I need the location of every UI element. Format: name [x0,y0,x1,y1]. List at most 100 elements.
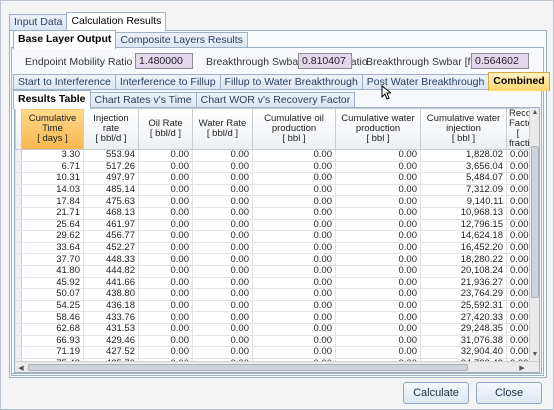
table-cell[interactable]: 0.00 [335,322,421,336]
table-row[interactable]: 33.64 452.27 0.00 0.00 0.00 0.00 16,452.20 0.00 [15,241,530,255]
table-cell[interactable]: 29,248.35 [420,322,507,336]
table-cell[interactable]: 3,656.04 [420,160,507,174]
table-cell[interactable]: 553.94 [83,149,139,162]
table-cell[interactable]: 0.00 [138,183,193,197]
table-cell[interactable]: 3.30 [21,149,84,162]
table-cell[interactable]: 0.00 [506,149,530,162]
table-cell[interactable]: 0.00 [252,195,336,208]
table-cell[interactable]: 444.82 [83,264,139,278]
table-cell[interactable]: 0.00 [252,311,336,324]
table-row[interactable]: 3.30 553.94 0.00 0.00 0.00 0.00 1,828.02 0.00 [15,149,530,162]
table-cell[interactable]: 0.00 [192,241,253,255]
table-cell[interactable]: 41.80 [21,264,84,278]
table-cell[interactable]: 0.00 [138,334,193,348]
column-header[interactable]: Cumulative oil production[ bbl ] [252,108,336,150]
table-cell[interactable]: 461.97 [83,218,139,232]
table-cell[interactable]: 452.27 [83,241,139,255]
table-cell[interactable]: 468.13 [83,206,139,220]
table-cell[interactable]: 0.00 [335,230,421,243]
tab-calculation-results[interactable]: Calculation Results [66,12,167,31]
column-header[interactable]: Cumulative Time[ days ] [21,108,84,150]
table-cell[interactable]: 50.07 [21,288,84,301]
table-cell[interactable]: 0.00 [335,149,421,162]
table-row[interactable]: 6.71 517.26 0.00 0.00 0.00 0.00 3,656.04 0.00 [15,160,530,174]
table-cell[interactable]: 0.00 [335,264,421,278]
table-cell[interactable]: 12,796.15 [420,218,507,232]
table-cell[interactable]: 0.00 [192,206,253,220]
tab-base-layer-output[interactable]: Base Layer Output [13,30,117,49]
table-row[interactable]: 10.31 497.97 0.00 0.00 0.00 0.00 5,484.07 0.00 [15,172,530,185]
table-cell[interactable]: 31,076.38 [420,334,507,348]
table-cell[interactable]: 0.00 [506,183,530,197]
table-row[interactable]: 58.46 433.76 0.00 0.00 0.00 0.00 27,420.33 0.00 [15,311,530,324]
close-button[interactable]: Close [476,382,542,404]
table-cell[interactable]: 0.00 [138,149,193,162]
table-cell[interactable]: 27,420.33 [420,311,507,324]
table-cell[interactable]: 429.46 [83,334,139,348]
table-cell[interactable]: 17.84 [21,195,84,208]
table-cell[interactable]: 0.00 [192,322,253,336]
table-cell[interactable]: 0.00 [506,230,530,243]
table-cell[interactable]: 0.00 [138,230,193,243]
table-cell[interactable]: 0.00 [252,218,336,232]
table-cell[interactable]: 25,592.31 [420,299,507,313]
table-cell[interactable]: 0.00 [252,276,336,290]
table-row[interactable]: 14.03 485.14 0.00 0.00 0.00 0.00 7,312.09 0.00 [15,183,530,197]
table-cell[interactable]: 37.70 [21,253,84,266]
table-cell[interactable]: 0.00 [192,160,253,174]
table-row[interactable]: 17.84 475.63 0.00 0.00 0.00 0.00 9,140.11 0.00 [15,195,530,208]
table-row[interactable]: 54.25 436.18 0.00 0.00 0.00 0.00 25,592.31 0.00 [15,299,530,313]
table-cell[interactable]: 448.33 [83,253,139,266]
table-row[interactable]: 25.64 461.97 0.00 0.00 0.00 0.00 12,796.15 0.00 [15,218,530,232]
table-cell[interactable]: 0.00 [138,276,193,290]
table-cell[interactable]: 433.76 [83,311,139,324]
table-cell[interactable]: 0.00 [138,264,193,278]
table-cell[interactable]: 0.00 [138,218,193,232]
table-cell[interactable]: 0.00 [252,230,336,243]
table-cell[interactable]: 0.00 [138,195,193,208]
table-cell[interactable]: 0.00 [335,288,421,301]
table-cell[interactable]: 0.00 [138,253,193,266]
table-cell[interactable]: 1,828.02 [420,149,507,162]
table-cell[interactable]: 0.00 [192,149,253,162]
table-cell[interactable]: 0.00 [192,288,253,301]
table-cell[interactable]: 456.77 [83,230,139,243]
table-cell[interactable]: 0.00 [335,241,421,255]
table-cell[interactable]: 0.00 [138,241,193,255]
table-cell[interactable]: 45.92 [21,276,84,290]
table-cell[interactable]: 0.00 [192,311,253,324]
table-cell[interactable]: 0.00 [252,149,336,162]
table-cell[interactable]: 0.00 [335,253,421,266]
table-cell[interactable]: 0.00 [335,311,421,324]
table-cell[interactable]: 0.00 [138,322,193,336]
tab-results-table[interactable]: Results Table [13,90,91,109]
table-cell[interactable]: 0.00 [506,253,530,266]
table-cell[interactable]: 0.00 [252,264,336,278]
table-cell[interactable]: 0.00 [506,241,530,255]
horizontal-scrollbar[interactable]: ◀ ▶ [15,361,539,372]
table-cell[interactable]: 25.64 [21,218,84,232]
table-cell[interactable]: 16,452.20 [420,241,507,255]
table-cell[interactable]: 0.00 [506,172,530,185]
table-cell[interactable]: 0.00 [506,346,530,359]
table-cell[interactable]: 5,484.07 [420,172,507,185]
table-cell[interactable]: 0.00 [138,172,193,185]
table-cell[interactable]: 0.00 [192,299,253,313]
table-cell[interactable]: 18,280.22 [420,253,507,266]
column-header[interactable]: Oil Rate[ bbl/d ] [138,108,193,150]
table-cell[interactable]: 0.00 [138,288,193,301]
table-cell[interactable]: 0.00 [252,160,336,174]
table-cell[interactable]: 0.00 [506,195,530,208]
scroll-up-icon[interactable]: ▲ [530,109,539,116]
table-cell[interactable]: 0.00 [335,183,421,197]
table-cell[interactable]: 0.00 [192,183,253,197]
table-cell[interactable]: 0.00 [335,206,421,220]
column-header[interactable]: Water Rate[ bbl/d ] [192,108,253,150]
table-cell[interactable]: 7,312.09 [420,183,507,197]
table-cell[interactable]: 0.00 [506,264,530,278]
scroll-left-icon[interactable]: ◀ [17,364,25,372]
table-cell[interactable]: 497.97 [83,172,139,185]
tab-combined[interactable]: Combined [488,72,550,91]
table-cell[interactable]: 0.00 [252,253,336,266]
table-cell[interactable]: 54.25 [21,299,84,313]
